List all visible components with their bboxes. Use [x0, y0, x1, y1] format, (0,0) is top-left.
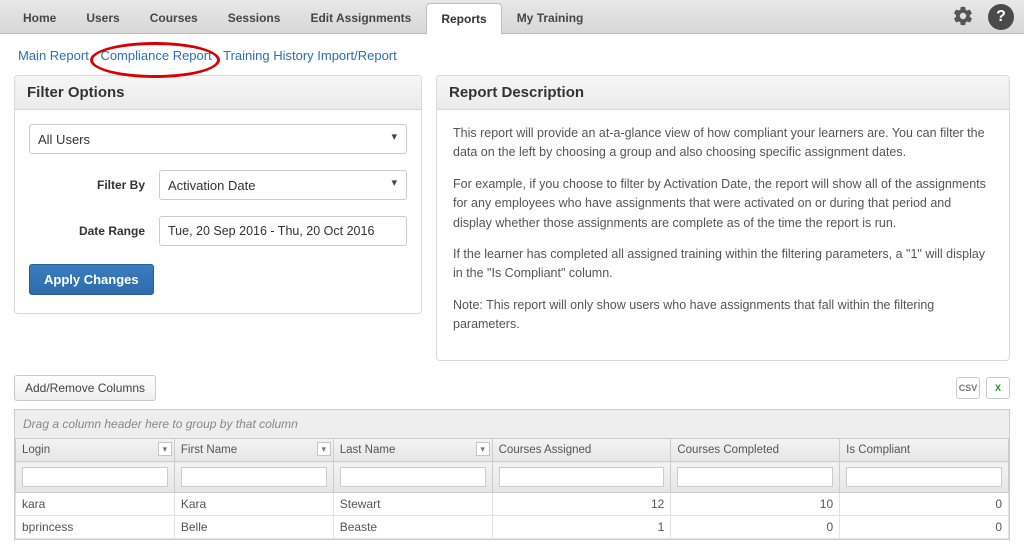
- subnav-training-history[interactable]: Training History Import/Report: [223, 48, 397, 63]
- date-range-input[interactable]: [159, 216, 407, 246]
- gear-icon[interactable]: [952, 5, 974, 30]
- tab-my-training[interactable]: My Training: [502, 2, 599, 33]
- tab-users[interactable]: Users: [71, 2, 134, 33]
- filter-options-panel: Filter Options All Users Filter By Activ…: [14, 75, 422, 314]
- filter-courses-completed[interactable]: [677, 467, 833, 487]
- col-is-compliant[interactable]: Is Compliant: [840, 439, 1009, 462]
- tab-sessions[interactable]: Sessions: [213, 2, 296, 33]
- group-by-tip[interactable]: Drag a column header here to group by th…: [15, 410, 1009, 439]
- col-courses-assigned[interactable]: Courses Assigned: [492, 439, 671, 462]
- subnav-main-report[interactable]: Main Report: [18, 48, 89, 63]
- user-select[interactable]: All Users: [29, 124, 407, 154]
- filter-by-select[interactable]: Activation Date: [159, 170, 407, 200]
- filter-by-label: Filter By: [29, 178, 159, 192]
- date-range-label: Date Range: [29, 224, 159, 238]
- tab-reports[interactable]: Reports: [426, 3, 501, 34]
- tab-home[interactable]: Home: [8, 2, 71, 33]
- filter-last-name[interactable]: [340, 467, 486, 487]
- filter-login[interactable]: [22, 467, 168, 487]
- col-courses-completed[interactable]: Courses Completed: [671, 439, 840, 462]
- chevron-down-icon[interactable]: ▾: [317, 442, 331, 456]
- filter-first-name[interactable]: [181, 467, 327, 487]
- export-csv-icon[interactable]: CSV: [956, 377, 980, 399]
- tab-edit-assignments[interactable]: Edit Assignments: [295, 2, 426, 33]
- tab-courses[interactable]: Courses: [135, 2, 213, 33]
- desc-paragraph: If the learner has completed all assigne…: [453, 245, 993, 284]
- top-nav: Home Users Courses Sessions Edit Assignm…: [0, 0, 1024, 34]
- chevron-down-icon[interactable]: ▾: [158, 442, 172, 456]
- help-icon[interactable]: ?: [988, 4, 1014, 30]
- col-first-name[interactable]: First Name▾: [174, 439, 333, 462]
- desc-paragraph: Note: This report will only show users w…: [453, 296, 993, 335]
- export-excel-icon[interactable]: X: [986, 377, 1010, 399]
- chevron-down-icon[interactable]: ▾: [476, 442, 490, 456]
- filter-options-title: Filter Options: [15, 76, 421, 110]
- apply-changes-button[interactable]: Apply Changes: [29, 264, 154, 295]
- report-description-panel: Report Description This report will prov…: [436, 75, 1010, 361]
- filter-is-compliant[interactable]: [846, 467, 1002, 487]
- table-row[interactable]: kara Kara Stewart 12 10 0: [16, 493, 1009, 516]
- sub-nav: Main Report Compliance Report Training H…: [0, 34, 1024, 75]
- col-login[interactable]: Login▾: [16, 439, 175, 462]
- subnav-compliance-report[interactable]: Compliance Report: [100, 48, 211, 63]
- col-last-name[interactable]: Last Name▾: [333, 439, 492, 462]
- filter-courses-assigned[interactable]: [499, 467, 665, 487]
- report-description-title: Report Description: [437, 76, 1009, 110]
- add-remove-columns-button[interactable]: Add/Remove Columns: [14, 375, 156, 401]
- table-row[interactable]: bprincess Belle Beaste 1 0 0: [16, 516, 1009, 539]
- report-grid: Drag a column header here to group by th…: [14, 409, 1010, 540]
- desc-paragraph: For example, if you choose to filter by …: [453, 175, 993, 233]
- desc-paragraph: This report will provide an at-a-glance …: [453, 124, 993, 163]
